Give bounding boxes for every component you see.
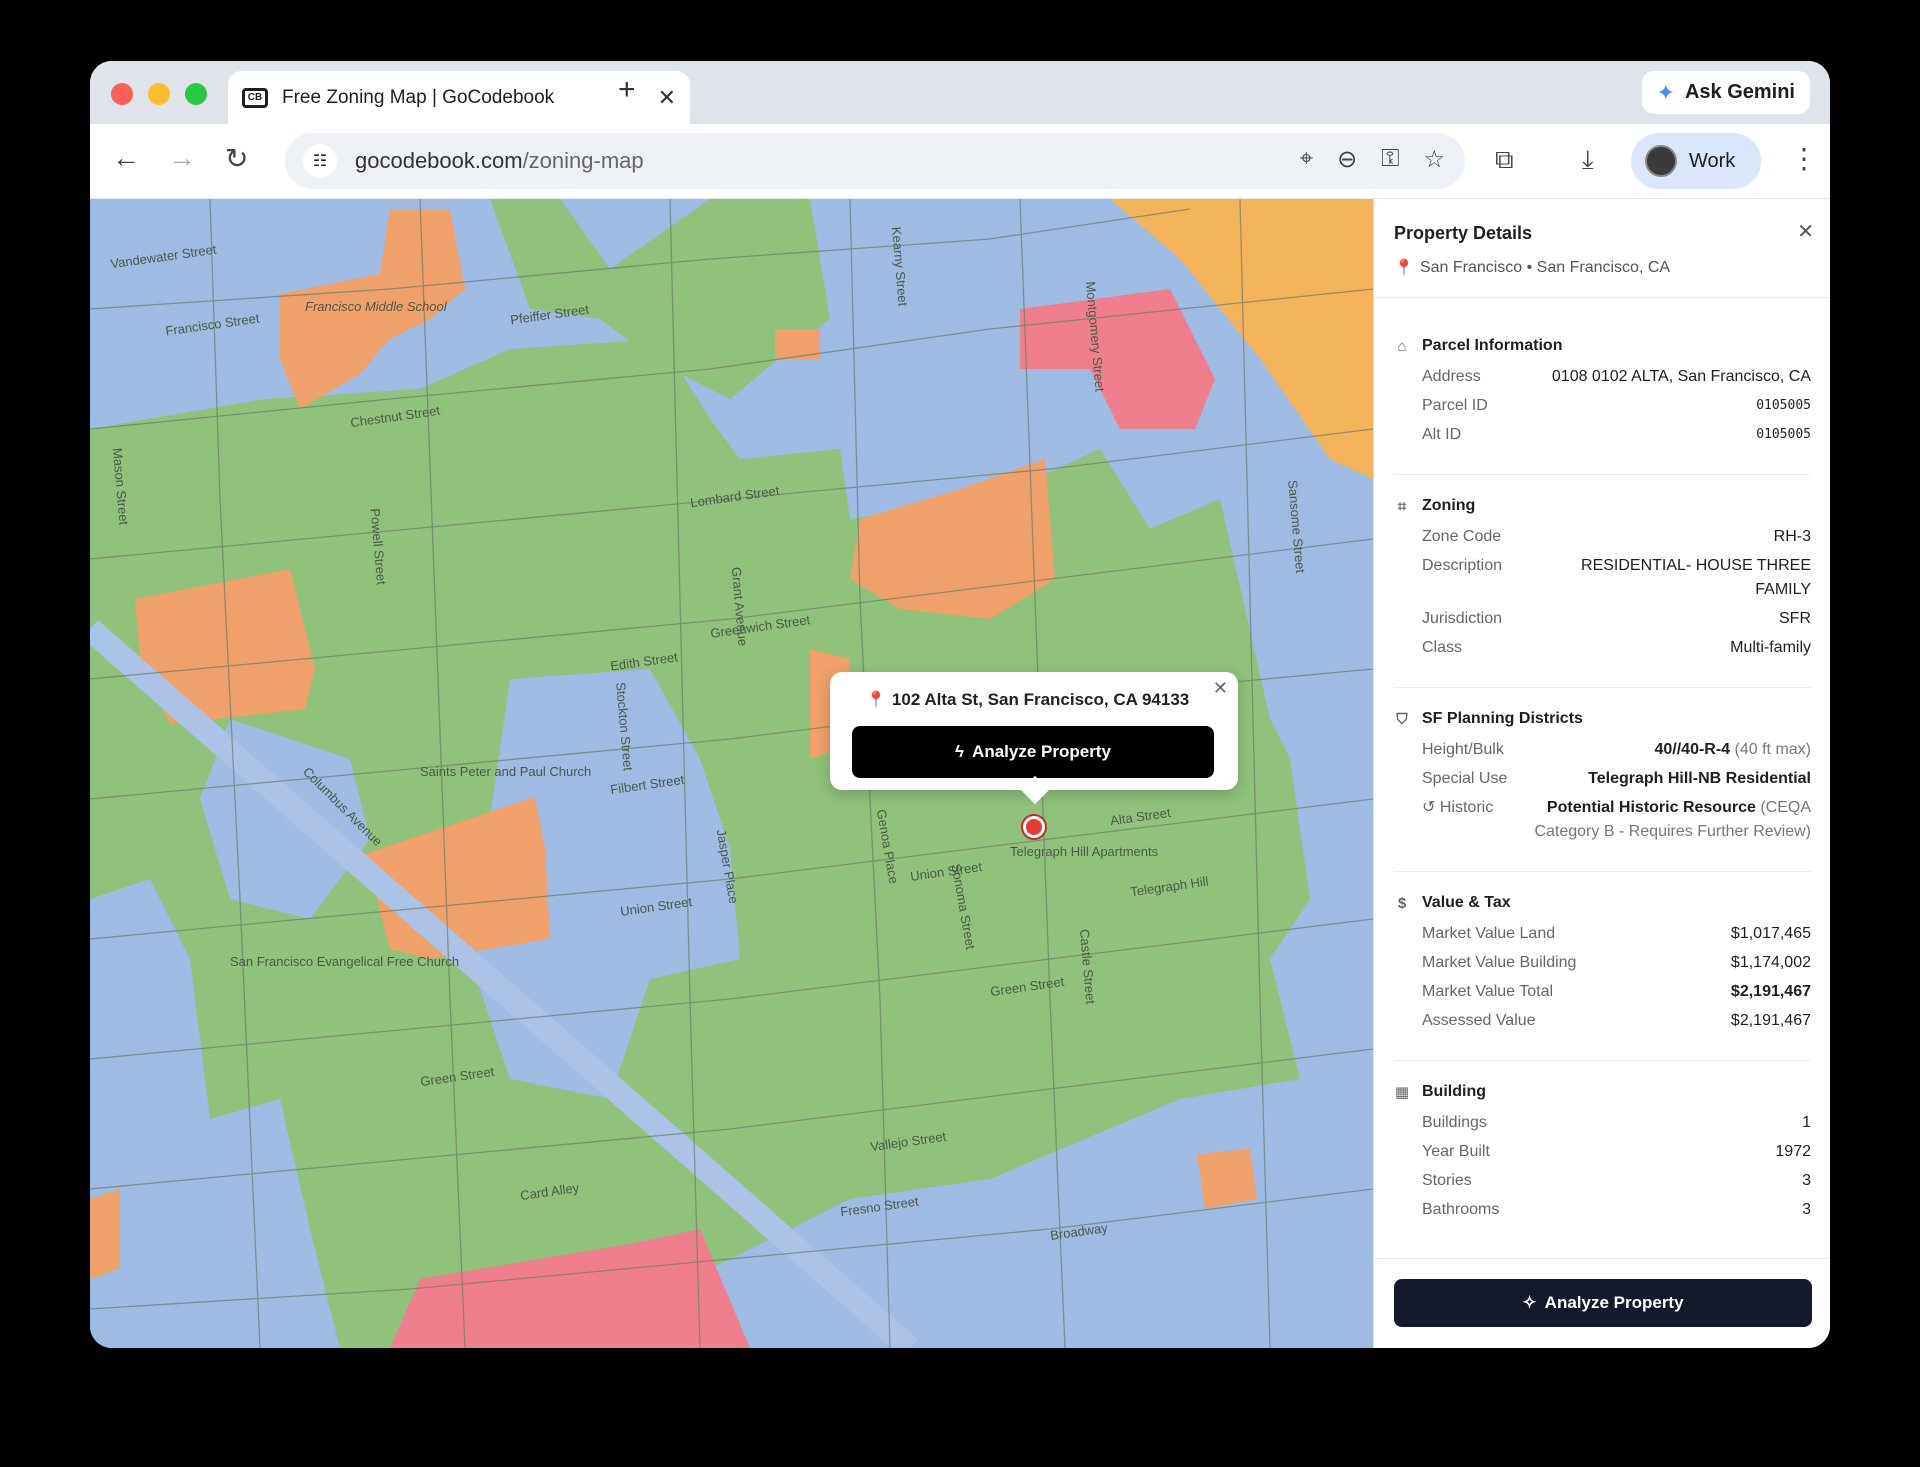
row-description: Description RESIDENTIAL- HOUSE THREE FAMI… [1422, 557, 1811, 598]
omnibox-icons: ⌖ ⊖ ⚿ ☆ [1300, 145, 1445, 174]
panel-location-text: San Francisco • San Francisco, CA [1419, 259, 1671, 276]
forward-button[interactable]: → [168, 142, 196, 174]
site-favicon-icon: CB [242, 87, 268, 108]
zone-public[interactable] [1197, 1149, 1257, 1209]
browser-toolbar: ← → ↻ ☷ gocodebook.com/zoning-map ⌖ ⊖ ⚿ … [90, 124, 1830, 199]
tab-strip: CB Free Zoning Map | GoCodebook ✕ + ✦ As… [90, 61, 1830, 124]
map-label: Francisco Middle School [305, 299, 447, 314]
row-address: Address 0108 0102 ALTA, San Francisco, CA [1422, 368, 1811, 385]
panel-title: Property Details [1394, 223, 1533, 243]
row-bathrooms: Bathrooms 3 [1422, 1201, 1811, 1218]
section-value-tax: $ Value & Tax Market Value Land $1,017,465… [1394, 894, 1811, 1061]
panel-analyze-label: Analyze Property [1544, 1293, 1684, 1312]
row-assessed-value: Assessed Value $2,191,467 [1422, 1012, 1811, 1029]
tab-close-icon[interactable]: ✕ [658, 85, 676, 111]
section-planning: ⛉ SF Planning Districts Height/Bulk 40//40… [1394, 710, 1811, 872]
panel-sections: ⌂ Parcel Information Address 0108 0102 ALT… [1394, 337, 1811, 1271]
avatar [1645, 145, 1677, 177]
row-special-use: Special Use Telegraph Hill-NB Residential [1422, 770, 1811, 787]
reload-button[interactable]: ↻ [225, 142, 248, 175]
row-parcel-id: Parcel ID 0105005 [1422, 397, 1811, 414]
maximize-window-button[interactable] [185, 83, 207, 105]
panel-header: Property Details 📍 San Francisco • San F… [1394, 223, 1814, 278]
popup-address: 📍 102 Alta St, San Francisco, CA 94133 [866, 690, 1189, 710]
section-heading: ⌗ Zoning [1394, 497, 1811, 515]
divider [1374, 297, 1830, 298]
section-building: ▦ Building Buildings 1 Year Built 1972 Stor… [1394, 1083, 1811, 1249]
lens-search-icon[interactable]: ⧉ [1495, 144, 1514, 176]
tag-icon: ⌗ [1397, 497, 1407, 515]
section-heading: ▦ Building [1394, 1083, 1486, 1101]
site-info-icon[interactable]: ☷ [303, 144, 337, 178]
section-parcel: ⌂ Parcel Information Address 0108 0102 ALT… [1394, 337, 1811, 475]
profile-label: Work [1689, 149, 1736, 172]
row-buildings: Buildings 1 [1422, 1114, 1811, 1131]
row-market-value-total: Market Value Total $2,191,467 [1422, 983, 1811, 1000]
map-label: Saints Peter and Paul Church [420, 764, 592, 779]
building-icon: ▦ [1394, 1084, 1410, 1101]
download-icon[interactable]: ⤓ [1582, 144, 1594, 176]
section-heading: ⌂ Parcel Information [1394, 337, 1811, 355]
zone-public[interactable] [90, 1189, 120, 1279]
row-class: Class Multi-family [1422, 639, 1811, 656]
minimize-window-button[interactable] [148, 83, 170, 105]
back-button[interactable]: ← [112, 142, 140, 174]
url-text[interactable]: gocodebook.com/zoning-map [355, 148, 644, 174]
row-stories: Stories 3 [1422, 1172, 1811, 1189]
home-icon: ⌂ [1397, 337, 1407, 355]
key-icon[interactable]: ⚿ [1381, 145, 1399, 174]
panel-footer: ✧ Analyze Property [1374, 1258, 1830, 1348]
row-zone-code: Zone Code RH-3 [1422, 528, 1811, 545]
map-label: Telegraph Hill Apartments [1010, 844, 1159, 859]
analyze-property-label: Analyze Property [972, 742, 1111, 761]
section-zoning: ⌗ Zoning Zone Code RH-3 Description RESIDEN… [1394, 497, 1811, 688]
gemini-sparkle-icon: ✦ [1656, 79, 1675, 105]
zoom-out-icon[interactable]: ⊖ [1337, 145, 1357, 174]
panel-close-icon[interactable]: ✕ [1797, 219, 1814, 244]
map-pin-icon: 📍 [866, 692, 886, 709]
ask-gemini-button[interactable]: ✦ Ask Gemini [1641, 71, 1810, 114]
panel-location: 📍 San Francisco • San Francisco, CA [1394, 258, 1814, 278]
tab-title: Free Zoning Map | GoCodebook [282, 86, 555, 108]
dollar-icon: $ [1397, 894, 1407, 912]
bookmark-star-icon[interactable]: ☆ [1423, 145, 1445, 174]
history-icon: ↺ [1422, 799, 1436, 816]
row-market-value-land: Market Value Land $1,017,465 [1422, 925, 1811, 942]
property-details-panel: Property Details 📍 San Francisco • San F… [1373, 199, 1830, 1348]
map-pin-icon: 📍 [1394, 260, 1414, 277]
zoning-map[interactable]: Francisco Street Chestnut Street Lombard… [90, 199, 1373, 1348]
analyze-property-button[interactable]: ϟ Analyze Property [852, 726, 1214, 778]
section-heading: ⛉ SF Planning Districts [1394, 710, 1811, 728]
property-popup: 📍 102 Alta St, San Francisco, CA 94133 ✕… [830, 672, 1238, 790]
address-bar[interactable]: ☷ gocodebook.com/zoning-map ⌖ ⊖ ⚿ ☆ [285, 133, 1465, 189]
popup-address-text: 102 Alta St, San Francisco, CA 94133 [891, 690, 1190, 709]
menu-kebab-icon[interactable]: ⋮ [1790, 142, 1818, 175]
map-label: San Francisco Evangelical Free Church [230, 954, 460, 969]
shield-icon: ⛉ [1396, 710, 1408, 728]
close-window-button[interactable] [111, 83, 133, 105]
row-jurisdiction: Jurisdiction SFR [1422, 610, 1811, 627]
lightning-icon: ϟ [955, 742, 965, 761]
sparkle-icon: ✧ [1522, 1293, 1537, 1312]
new-tab-button[interactable]: + [618, 73, 636, 107]
property-marker[interactable] [1023, 816, 1045, 838]
row-historic: ↺ Historic Potential Historic Resource (C… [1422, 799, 1811, 840]
browser-window: CB Free Zoning Map | GoCodebook ✕ + ✦ As… [90, 61, 1830, 1348]
profile-button[interactable]: Work [1631, 133, 1761, 189]
row-market-value-building: Market Value Building $1,174,002 [1422, 954, 1811, 971]
row-height-bulk: Height/Bulk 40//40-R-4 (40 ft max) [1422, 741, 1811, 758]
popup-close-icon[interactable]: ✕ [1213, 678, 1228, 699]
panel-analyze-property-button[interactable]: ✧ Analyze Property [1394, 1279, 1812, 1327]
row-alt-id: Alt ID 0105005 [1422, 426, 1811, 443]
row-year-built: Year Built 1972 [1422, 1143, 1811, 1160]
ask-gemini-label: Ask Gemini [1684, 81, 1795, 103]
section-heading: $ Value & Tax [1394, 894, 1811, 912]
location-pin-icon[interactable]: ⌖ [1300, 145, 1314, 174]
